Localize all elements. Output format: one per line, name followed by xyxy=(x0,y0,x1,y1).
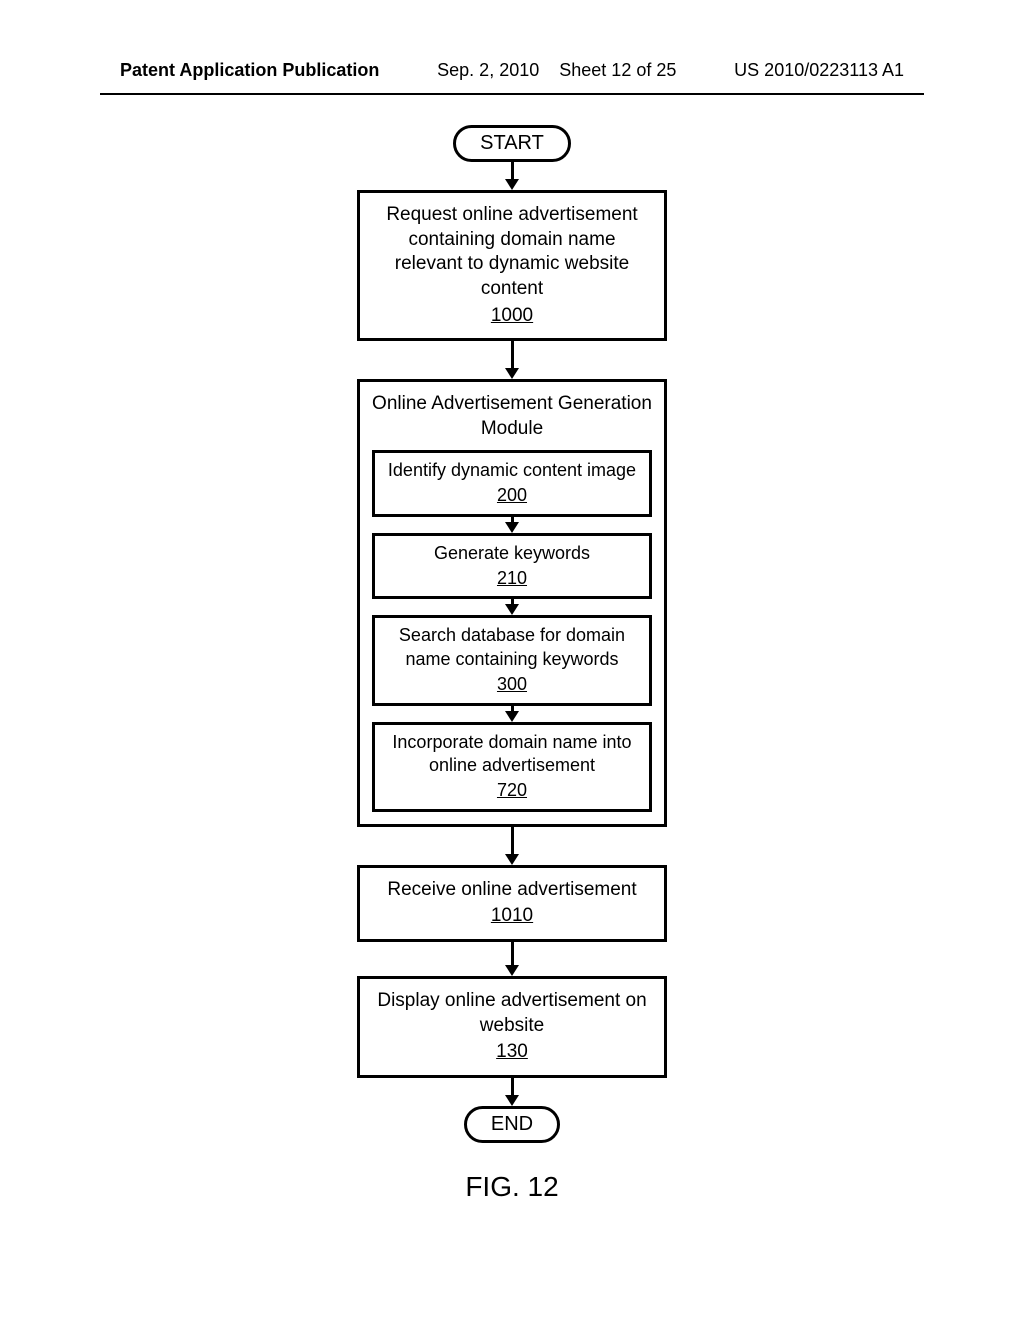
substep-text: Identify dynamic content image xyxy=(383,459,641,482)
end-terminal: END xyxy=(464,1106,560,1143)
arrow xyxy=(505,942,519,976)
header-rule xyxy=(100,93,924,95)
generation-module: Online Advertisement Generation Module I… xyxy=(357,379,667,826)
header-left: Patent Application Publication xyxy=(120,60,379,81)
header-sheet: Sheet 12 of 25 xyxy=(559,60,676,80)
substep-ref: 200 xyxy=(383,484,641,507)
step-text: Receive online advertisement xyxy=(374,878,650,903)
header-center: Sep. 2, 2010 Sheet 12 of 25 xyxy=(437,60,676,81)
arrow xyxy=(370,517,654,533)
module-title: Online Advertisement Generation Module xyxy=(370,392,654,441)
arrow xyxy=(505,341,519,379)
step-ref: 1000 xyxy=(374,304,650,329)
page-header: Patent Application Publication Sep. 2, 2… xyxy=(60,60,964,87)
arrow xyxy=(505,162,519,190)
substep-incorporate-domain: Incorporate domain name into online adve… xyxy=(372,722,652,812)
substep-ref: 210 xyxy=(383,567,641,590)
header-right: US 2010/0223113 A1 xyxy=(734,60,904,81)
substep-text: Incorporate domain name into online adve… xyxy=(383,731,641,778)
step-receive-ad: Receive online advertisement 1010 xyxy=(357,865,667,942)
step-text: Request online advertisement containing … xyxy=(374,203,650,302)
step-request-ad: Request online advertisement containing … xyxy=(357,190,667,341)
arrow xyxy=(505,827,519,865)
substep-generate-keywords: Generate keywords 210 xyxy=(372,533,652,600)
flowchart: START Request online advertisement conta… xyxy=(60,125,964,1143)
arrow xyxy=(370,706,654,722)
substep-ref: 300 xyxy=(383,673,641,696)
substep-ref: 720 xyxy=(383,779,641,802)
step-ref: 1010 xyxy=(374,904,650,929)
header-date: Sep. 2, 2010 xyxy=(437,60,539,80)
figure-caption: FIG. 12 xyxy=(60,1171,964,1203)
substep-search-database: Search database for domain name containi… xyxy=(372,615,652,705)
arrow xyxy=(370,599,654,615)
step-display-ad: Display online advertisement on website … xyxy=(357,976,667,1078)
substep-identify-image: Identify dynamic content image 200 xyxy=(372,450,652,517)
arrow xyxy=(505,1078,519,1106)
step-ref: 130 xyxy=(374,1040,650,1065)
step-text: Display online advertisement on website xyxy=(374,989,650,1038)
substep-text: Search database for domain name containi… xyxy=(383,624,641,671)
substep-text: Generate keywords xyxy=(383,542,641,565)
start-terminal: START xyxy=(453,125,571,162)
